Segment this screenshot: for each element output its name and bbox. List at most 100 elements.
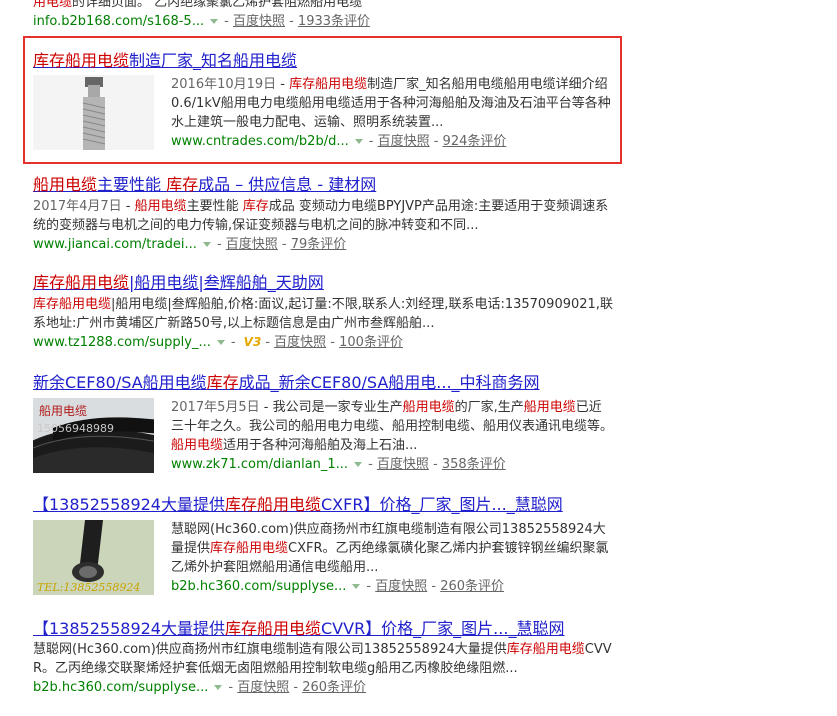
keyword-highlight: 库存船用电缆 xyxy=(224,619,321,638)
snapshot-link[interactable]: 百度快照 xyxy=(274,335,326,350)
cable-image: TEL:13852558924 xyxy=(33,520,154,595)
text-run: |船用电缆|叁辉船舶_天助网 xyxy=(129,273,324,292)
result-meta: www.jiancai.com/tradei... - 百度快照 - 79条评价 xyxy=(33,237,347,252)
result-url[interactable]: b2b.hc360.com/supplyse... xyxy=(33,680,208,695)
result-title-link[interactable]: 库存船用电缆制造厂家_知名船用电缆 xyxy=(33,50,613,71)
dropdown-arrow-icon[interactable] xyxy=(202,241,211,247)
keyword-highlight: 库存船用电缆 xyxy=(210,541,289,556)
keyword-highlight: 库存船用电缆 xyxy=(506,642,585,657)
result-title-link[interactable]: 船用电缆主要性能 库存成品 – 供应信息 - 建材网 xyxy=(33,174,613,195)
keyword-highlight: 船用电缆 xyxy=(523,400,576,415)
keyword-highlight: 船用电缆 xyxy=(402,400,455,415)
text-run: CVVR】价格_厂家_图片..._慧聪网 xyxy=(321,619,565,638)
text-run: 的厂家,生产 xyxy=(454,400,524,415)
reviews-link[interactable]: 260条评价 xyxy=(440,579,504,594)
reviews-link[interactable]: 260条评价 xyxy=(302,680,366,695)
partial-result-snippet: 用电缆的详细页面。 乙丙绝缘聚氯乙烯护套阻燃船用电缆 xyxy=(33,0,363,10)
result-url[interactable]: info.b2b168.com/s168-5... xyxy=(33,14,204,29)
partial-result: 用电缆的详细页面。 乙丙绝缘聚氯乙烯护套阻燃船用电缆 info.b2b168.c… xyxy=(33,0,593,31)
search-result: 库存船用电缆|船用电缆|叁辉船舶_天助网 库存船用电缆|船用电缆|叁辉船舶,价格… xyxy=(33,272,613,352)
result-meta: b2b.hc360.com/supplyse... - 百度快照 - 260条评价 xyxy=(171,579,505,594)
dropdown-arrow-icon[interactable] xyxy=(216,339,225,345)
text-run: 【13852558924大量提供 xyxy=(33,495,225,514)
keyword-highlight: 库存船用电缆 xyxy=(289,77,368,92)
result-body: 船用电缆 15056948989 2017年5月5日 - 我公司是一家专业生产船… xyxy=(33,398,613,474)
result-title-link[interactable]: 【13852558924大量提供库存船用电缆CVVR】价格_厂家_图片..._慧… xyxy=(33,618,613,639)
snapshot-link[interactable]: 百度快照 xyxy=(237,680,289,695)
dropdown-arrow-icon[interactable] xyxy=(352,583,361,589)
search-result: 【13852558924大量提供库存船用电缆CXFR】价格_厂家_图片..._慧… xyxy=(33,494,613,596)
result-title-link[interactable]: 【13852558924大量提供库存船用电缆CXFR】价格_厂家_图片..._慧… xyxy=(33,494,613,515)
keyword-highlight: 库存船用电缆 xyxy=(33,273,130,292)
text-run: 主要性能 xyxy=(186,199,243,214)
snapshot-link[interactable]: 百度快照 xyxy=(226,237,278,252)
result-meta: b2b.hc360.com/supplyse... - 百度快照 - 260条评价 xyxy=(33,680,367,695)
keyword-highlight: 库存 xyxy=(166,175,199,194)
result-body: 2016年10月19日 - 库存船用电缆制造厂家_知名船用电缆船用电缆详细介绍0… xyxy=(33,75,613,151)
reviews-link[interactable]: 1933条评价 xyxy=(298,14,370,29)
search-result: 船用电缆主要性能 库存成品 – 供应信息 - 建材网 2017年4月7日 - 船… xyxy=(33,174,613,254)
search-result: 新余CEF80/SA船用电缆库存成品_新余CEF80/SA船用电..._中科商务… xyxy=(33,372,613,474)
keyword-highlight: 库存船用电缆 xyxy=(33,297,112,312)
result-date: 2017年4月7日 xyxy=(33,199,122,214)
result-body: 慧聪网(Hc360.com)供应商扬州市红旗电缆制造有限公司1385255892… xyxy=(33,640,613,697)
result-url[interactable]: b2b.hc360.com/supplyse... xyxy=(171,579,346,594)
text-run: - xyxy=(276,77,290,92)
text-run: 成品_新余CEF80/SA船用电..._中科商务网 xyxy=(238,373,540,392)
dropdown-arrow-icon[interactable] xyxy=(214,684,223,690)
text-run: 成品 – 供应信息 - 建材网 xyxy=(198,175,377,194)
result-url[interactable]: www.jiancai.com/tradei... xyxy=(33,237,197,252)
result-thumbnail[interactable] xyxy=(33,75,154,150)
v3-badge[interactable]: V3 xyxy=(244,335,262,349)
text-run: 新余CEF80/SA船用电缆 xyxy=(33,373,207,392)
keyword-highlight: 库存船用电缆 xyxy=(224,495,321,514)
result-title-link[interactable]: 新余CEF80/SA船用电缆库存成品_新余CEF80/SA船用电..._中科商务… xyxy=(33,372,613,393)
snapshot-link[interactable]: 百度快照 xyxy=(233,14,285,29)
result-thumbnail[interactable]: TEL:13852558924 xyxy=(33,520,154,595)
keyword-highlight: 船用电缆 xyxy=(33,175,98,194)
cable-image: 船用电缆 15056948989 xyxy=(33,398,154,473)
text-run: 制造厂家_知名船用电缆 xyxy=(129,51,298,70)
partial-result-meta: info.b2b168.com/s168-5... - 百度快照 - 1933条评… xyxy=(33,14,371,29)
reviews-link[interactable]: 100条评价 xyxy=(339,335,403,350)
search-result: 【13852558924大量提供库存船用电缆CVVR】价格_厂家_图片..._慧… xyxy=(33,618,613,697)
text-run: |船用电缆|叁辉船舶,价格:面议,起订量:不限,联系人:刘经理,联系电话:135… xyxy=(33,297,613,331)
result-abstract: 2017年4月7日 - 船用电缆主要性能 库存成品 变频动力电缆BPYJVP产品… xyxy=(33,197,613,235)
result-abstract: 慧聪网(Hc360.com)供应商扬州市红旗电缆制造有限公司1385255892… xyxy=(171,520,613,577)
text-run: - 我公司是一家专业生产 xyxy=(259,400,403,415)
svg-text:15056948989: 15056948989 xyxy=(37,422,114,435)
reviews-link[interactable]: 924条评价 xyxy=(443,134,507,149)
result-abstract: 2017年5月5日 - 我公司是一家专业生产船用电缆的厂家,生产船用电缆已近三十… xyxy=(171,398,613,455)
result-date: 2016年10月19日 xyxy=(171,77,277,92)
reviews-link[interactable]: 79条评价 xyxy=(291,237,347,252)
result-title-link[interactable]: 库存船用电缆|船用电缆|叁辉船舶_天助网 xyxy=(33,272,613,293)
dropdown-arrow-icon[interactable] xyxy=(354,138,363,144)
text-run: 【13852558924大量提供 xyxy=(33,619,225,638)
dropdown-arrow-icon[interactable] xyxy=(210,18,219,24)
result-body: TEL:13852558924 慧聪网(Hc360.com)供应商扬州市红旗电缆… xyxy=(33,520,613,596)
cable-image xyxy=(33,75,154,150)
text-run: 慧聪网(Hc360.com)供应商扬州市红旗电缆制造有限公司1385255892… xyxy=(33,642,507,657)
result-meta: www.cntrades.com/b2b/d... - 百度快照 - 924条评价 xyxy=(171,134,507,149)
dropdown-arrow-icon[interactable] xyxy=(354,461,363,467)
text-run: 主要性能 xyxy=(97,175,167,194)
reviews-link[interactable]: 358条评价 xyxy=(442,457,506,472)
result-thumbnail[interactable]: 船用电缆 15056948989 xyxy=(33,398,154,473)
snapshot-link[interactable]: 百度快照 xyxy=(377,457,429,472)
snapshot-link[interactable]: 百度快照 xyxy=(375,579,427,594)
search-result: 库存船用电缆制造厂家_知名船用电缆 2016年10月19日 - 库存船用电缆制造… xyxy=(33,50,613,151)
result-meta: www.zk71.com/dianlan_1... - 百度快照 - 358条评价 xyxy=(171,457,506,472)
result-abstract: 2016年10月19日 - 库存船用电缆制造厂家_知名船用电缆船用电缆详细介绍0… xyxy=(171,75,613,132)
result-meta: www.tz1288.com/supply_... - V3- 百度快照 - 10… xyxy=(33,335,403,350)
snapshot-link[interactable]: 百度快照 xyxy=(378,134,430,149)
text-run: CXFR】价格_厂家_图片..._慧聪网 xyxy=(321,495,563,514)
result-body: 2017年4月7日 - 船用电缆主要性能 库存成品 变频动力电缆BPYJVP产品… xyxy=(33,197,613,254)
keyword-highlight: 船用电缆 xyxy=(134,199,187,214)
result-url[interactable]: www.cntrades.com/b2b/d... xyxy=(171,134,349,149)
result-url[interactable]: www.tz1288.com/supply_... xyxy=(33,335,211,350)
keyword-highlight: 船用电缆 xyxy=(171,438,224,453)
result-abstract: 库存船用电缆|船用电缆|叁辉船舶,价格:面议,起订量:不限,联系人:刘经理,联系… xyxy=(33,295,613,333)
result-body: 库存船用电缆|船用电缆|叁辉船舶,价格:面议,起订量:不限,联系人:刘经理,联系… xyxy=(33,295,613,352)
result-url[interactable]: www.zk71.com/dianlan_1... xyxy=(171,457,348,472)
svg-text:船用电缆: 船用电缆 xyxy=(39,404,87,418)
